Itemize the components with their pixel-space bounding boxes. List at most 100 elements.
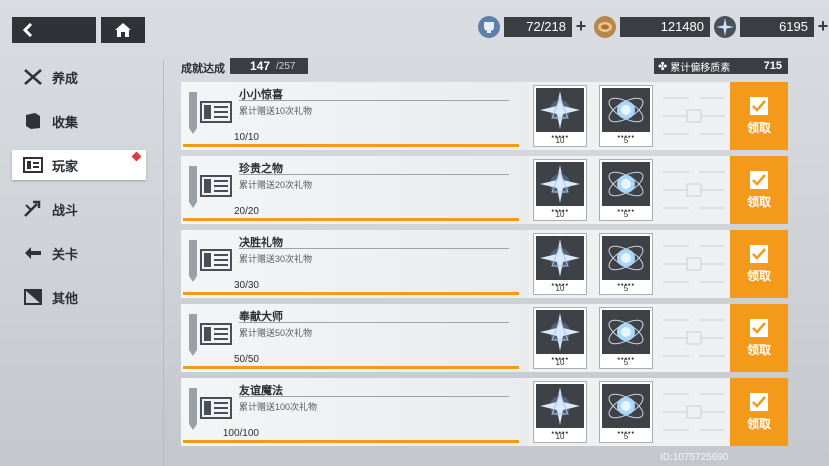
title-underline [239, 248, 509, 249]
achievement-row: 友谊魔法 累计赠送100次礼物 100/100 ●●●●● 10 ●●●●● 5 领取 [181, 378, 788, 446]
achievement-emblem-icon [185, 310, 237, 360]
claim-button[interactable]: 领取 [730, 82, 788, 150]
achievement-desc: 累计赠送20次礼物 [239, 180, 313, 190]
achievement-desc: 累计赠送10次礼物 [239, 106, 313, 116]
book-icon [22, 112, 44, 130]
sidebar-item-player[interactable]: 玩家 [12, 150, 146, 180]
progress-bar [183, 366, 519, 369]
sidebar-item-stage[interactable]: 关卡 [12, 238, 146, 268]
decorative-frame [659, 162, 729, 218]
orbit-orb-icon [602, 88, 650, 132]
offset-label: 累计偏移质素 [670, 62, 731, 74]
claim-label: 领取 [746, 120, 771, 135]
reward-item[interactable]: ●●●●● 5 [599, 307, 653, 369]
cup-icon [478, 16, 500, 38]
achievement-info: 奉献大师 累计赠送50次礼物 50/50 [181, 304, 529, 372]
back-button[interactable] [12, 17, 96, 43]
sidebar-item-battle[interactable]: 战斗 [12, 194, 146, 224]
achievement-info: 决胜礼物 累计赠送30次礼物 30/30 [181, 230, 529, 298]
achievement-label: 成就达成 [181, 63, 225, 75]
achievement-current: 147 [249, 59, 270, 73]
reward-item[interactable]: ●●●●● 10 [533, 233, 587, 295]
currency-stamina: 72/218 + [478, 16, 590, 38]
achievement-progress: 20/20 [233, 206, 259, 217]
decorative-frame [659, 310, 729, 366]
sidebar-item-collect[interactable]: 收集 [12, 106, 146, 136]
achievement-row: 奉献大师 累计赠送50次礼物 50/50 ●●●●● 10 ●●●●● 5 领取 [181, 304, 788, 372]
battle-icon [22, 200, 44, 218]
coin-value: 121480 [620, 17, 710, 37]
achievement-progress: 100/100 [222, 428, 259, 439]
sidebar-item-other[interactable]: 其他 [12, 282, 146, 312]
reward-qty: 10 [555, 284, 565, 293]
star-crystal-icon [536, 310, 584, 354]
reward-item[interactable]: ●●●●● 10 [533, 85, 587, 147]
achievement-row: 决胜礼物 累计赠送30次礼物 30/30 ●●●●● 10 ●●●●● 5 领取 [181, 230, 788, 298]
achievement-progress: 50/50 [233, 354, 259, 365]
achievement-progress: 10/10 [233, 132, 259, 143]
home-icon [115, 23, 131, 37]
currency-coin: 121480 + [594, 16, 728, 38]
achievement-desc: 累计赠送100次礼物 [239, 402, 318, 412]
decorative-frame [659, 236, 729, 292]
reward-item[interactable]: ●●●●● 5 [599, 233, 653, 295]
star-crystal-icon [536, 236, 584, 280]
claim-button[interactable]: 领取 [730, 378, 788, 446]
stamina-value: 72/218 [504, 17, 572, 37]
home-button[interactable] [101, 17, 145, 43]
claim-button[interactable]: 领取 [730, 230, 788, 298]
orbit-orb-icon [602, 162, 650, 206]
reward-item[interactable]: ●●●●● 5 [599, 381, 653, 443]
claim-label: 领取 [746, 342, 771, 357]
add-crystal-button[interactable]: + [814, 17, 829, 37]
achievement-emblem-icon [185, 384, 237, 434]
title-underline [239, 322, 509, 323]
chevron-left-icon [22, 23, 33, 37]
achievement-emblem-icon [185, 162, 237, 212]
achievement-counter: 147 /257 [230, 58, 308, 74]
reward-item[interactable]: ●●●●● 10 [533, 381, 587, 443]
title-underline [239, 396, 509, 397]
achievement-info: 友谊魔法 累计赠送100次礼物 100/100 [181, 378, 529, 446]
achievement-desc: 累计赠送50次礼物 [239, 328, 313, 338]
sidebar-item-label: 玩家 [52, 158, 79, 174]
add-stamina-button[interactable]: + [572, 17, 590, 37]
orbit-orb-icon [602, 236, 650, 280]
sidebar-item-label: 战斗 [52, 202, 79, 218]
id-card-icon [22, 156, 44, 174]
reward-qty: 10 [555, 210, 565, 219]
title-underline [239, 100, 509, 101]
reward-item[interactable]: ●●●●● 10 [533, 307, 587, 369]
sidebar-item-label: 养成 [52, 70, 79, 86]
reward-qty: 5 [623, 136, 629, 145]
claim-button[interactable]: 领取 [730, 156, 788, 224]
sidebar-item-label: 其他 [52, 290, 79, 306]
reward-qty: 10 [555, 136, 565, 145]
achievement-progress: 30/30 [233, 280, 259, 291]
claim-button[interactable]: 领取 [730, 304, 788, 372]
decorative-frame [659, 384, 729, 440]
reward-item[interactable]: ●●●●● 5 [599, 85, 653, 147]
clover-icon: ✤ [658, 60, 668, 73]
checkmark-icon [750, 318, 768, 337]
checkmark-icon [750, 244, 768, 263]
sidebar-item-cultivate[interactable]: 养成 [12, 62, 146, 92]
reward-item[interactable]: ●●●●● 10 [533, 159, 587, 221]
achievement-total: /257 [276, 60, 296, 72]
sidebar-divider [163, 60, 164, 466]
sidebar-item-label: 收集 [52, 114, 79, 130]
currency-crystal: 6195 + [714, 16, 829, 38]
claim-label: 领取 [746, 416, 771, 431]
achievement-info: 小小惊喜 累计赠送10次礼物 10/10 [181, 82, 529, 150]
achievement-row: 小小惊喜 累计赠送10次礼物 10/10 ●●●●● 10 ●●●●● 5 领取 [181, 82, 788, 150]
reward-qty: 5 [623, 432, 629, 441]
user-id: ID:1075725690 [660, 452, 729, 463]
reward-item[interactable]: ●●●●● 5 [599, 159, 653, 221]
offset-value: 715 [763, 60, 782, 72]
progress-bar [183, 218, 519, 221]
checkmark-icon [750, 96, 768, 115]
achievement-emblem-icon [185, 88, 237, 138]
star-crystal-icon [536, 384, 584, 428]
achievement-info: 珍贵之物 累计赠送20次礼物 20/20 [181, 156, 529, 224]
achievement-desc: 累计赠送30次礼物 [239, 254, 313, 264]
